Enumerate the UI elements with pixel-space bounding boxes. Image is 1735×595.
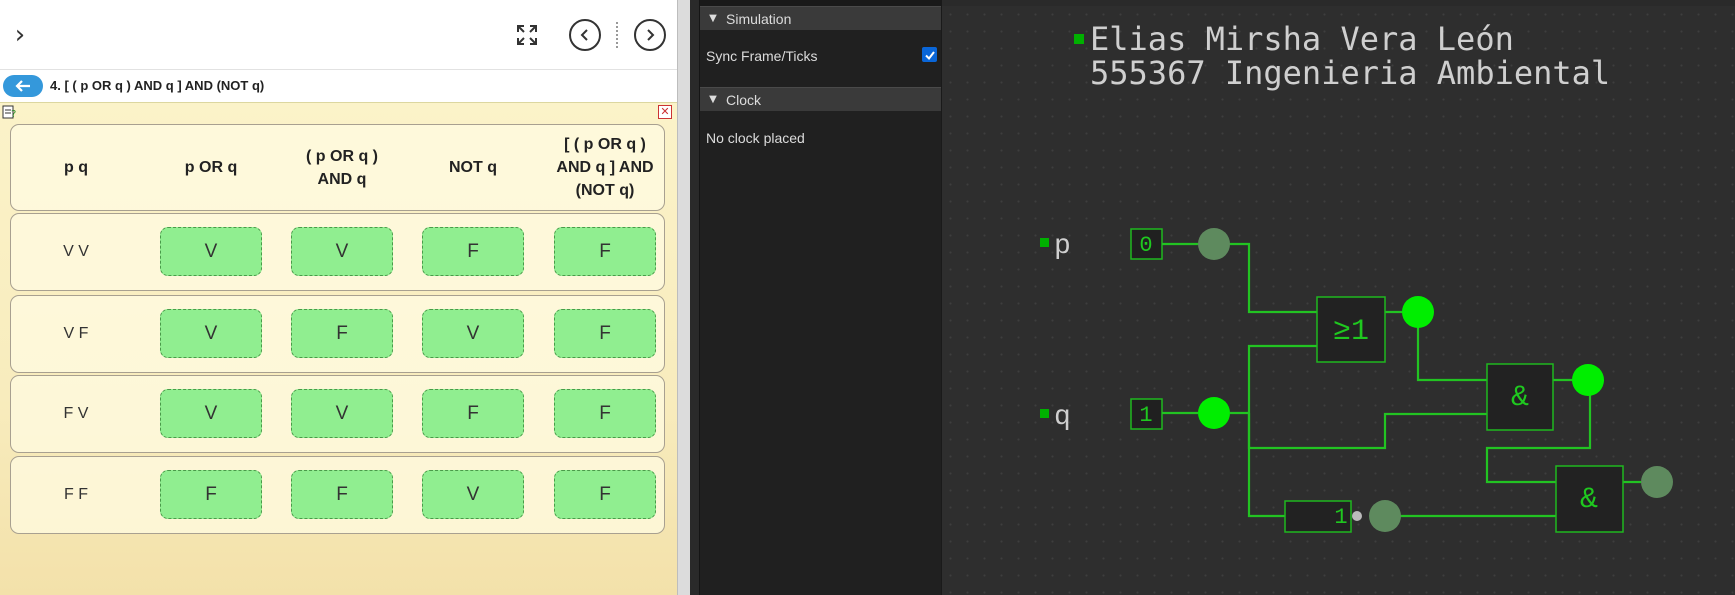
lesson-pane: › 4. [ ( p OR q ) AND q ] AND (NOT q) ? … <box>0 0 690 595</box>
pq-values: F V <box>63 405 89 422</box>
no-clock-text: No clock placed <box>706 130 805 146</box>
output-indicator <box>1641 466 1673 498</box>
signal-on-indicator <box>1198 397 1230 429</box>
answer-drop-box[interactable]: F <box>422 389 524 438</box>
inversion-bubble <box>1352 511 1362 521</box>
answer-drop-box[interactable]: V <box>160 389 262 438</box>
table-header-row: p q p OR q ( p OR q ) AND q NOT q [ ( p OR q … <box>10 124 665 211</box>
or-gate-symbol: ≥1 <box>1333 315 1369 349</box>
answer-drop-box[interactable]: F <box>291 470 393 519</box>
answer-drop-box[interactable]: F <box>554 389 656 438</box>
pq-values: V V <box>63 243 89 260</box>
wire-q-to-and1 <box>1247 412 1487 450</box>
answer-drop-box[interactable]: F <box>291 309 393 358</box>
column-header: p OR q <box>156 125 266 210</box>
nav-separator <box>616 22 620 48</box>
input-q-label[interactable]: q <box>1054 402 1071 433</box>
column-header: p q <box>21 125 131 210</box>
question-title: 4. [ ( p OR q ) AND q ] AND (NOT q) <box>50 78 265 93</box>
answer-drop-box[interactable]: F <box>422 227 524 276</box>
signal-on-indicator <box>1402 296 1434 328</box>
close-icon[interactable]: ✕ <box>658 105 672 119</box>
column-header-line: AND q <box>317 170 367 188</box>
column-header-line: ( p OR q ) <box>306 147 378 165</box>
chevron-right-icon[interactable]: › <box>8 20 32 50</box>
collapse-triangle-icon: ▼ <box>709 94 717 105</box>
chevron-left-circle-icon[interactable] <box>569 19 601 51</box>
column-header-line: (NOT q) <box>575 182 635 199</box>
signal-off-indicator <box>1369 500 1401 532</box>
edit-help-icon[interactable]: ? <box>2 105 18 120</box>
text-anchor-marker[interactable] <box>1074 34 1084 44</box>
and-gate-2-symbol: & <box>1580 483 1598 517</box>
arrow-left-icon <box>15 80 30 92</box>
wire-p-to-or <box>1228 242 1317 314</box>
answer-drop-box[interactable]: V <box>160 227 262 276</box>
answer-drop-box[interactable]: F <box>160 470 262 519</box>
column-header: NOT q <box>418 125 528 210</box>
not-gate-symbol: 1 <box>1334 505 1347 530</box>
label-marker <box>1040 238 1049 247</box>
input-p-value: 0 <box>1139 233 1152 258</box>
column-header: ( p OR q ) AND q <box>287 125 397 210</box>
lesson-toolbar: › <box>0 0 690 70</box>
label-marker <box>1040 409 1049 418</box>
chevron-right-circle-icon[interactable] <box>634 19 666 51</box>
sync-label: Sync Frame/Ticks <box>706 48 818 64</box>
circuit-canvas[interactable]: Elias Mirsha Vera León 555367 Ingenieria… <box>941 6 1735 595</box>
svg-text:?: ? <box>11 109 16 119</box>
answer-drop-box[interactable]: V <box>422 470 524 519</box>
table-row: V FVFVF <box>10 295 665 373</box>
answer-drop-box[interactable]: F <box>554 309 656 358</box>
column-header-line: p OR q <box>184 159 238 176</box>
answer-drop-box[interactable]: F <box>554 470 656 519</box>
and-gate-1-symbol: & <box>1511 381 1529 415</box>
answer-drop-box[interactable]: V <box>422 309 524 358</box>
column-header-line: AND q ] AND <box>556 159 654 176</box>
simulation-section-header[interactable]: ▼ Simulation <box>700 6 942 30</box>
signal-off-indicator <box>1198 228 1230 260</box>
back-button[interactable] <box>3 75 43 97</box>
table-row: V VVVFF <box>10 213 665 291</box>
question-header: 4. [ ( p OR q ) AND q ] AND (NOT q) <box>0 72 690 102</box>
signal-on-indicator <box>1572 364 1604 396</box>
input-q-value: 1 <box>1139 403 1152 428</box>
clock-section-header[interactable]: ▼ Clock <box>700 87 942 111</box>
table-row: F VVVFF <box>10 375 665 453</box>
simulation-section-title: Simulation <box>726 10 792 27</box>
column-header-line: p q <box>64 159 88 176</box>
column-header-line: [ ( p OR q ) <box>564 136 646 153</box>
input-p-label[interactable]: p <box>1054 231 1071 262</box>
screen: › 4. [ ( p OR q ) AND q ] AND (NOT q) ? … <box>0 0 1735 595</box>
simulation-sidebar: ▼ Simulation Sync Frame/Ticks ▼ Clock No… <box>699 0 942 595</box>
answer-drop-box[interactable]: F <box>554 227 656 276</box>
answer-drop-box[interactable]: V <box>160 309 262 358</box>
pq-values: F F <box>64 486 88 503</box>
pq-values: V F <box>63 325 89 342</box>
fullscreen-icon[interactable] <box>510 20 544 50</box>
worksheet: ? ✕ p q p OR q ( p OR q ) AND q NOT q [ ( p O… <box>0 102 677 595</box>
answer-drop-box[interactable]: V <box>291 227 393 276</box>
column-header: [ ( p OR q ) AND q ] AND (NOT q) <box>550 125 660 210</box>
sync-checkbox[interactable] <box>922 47 937 62</box>
wire-q-to-or <box>1247 344 1317 518</box>
circuit-title-line1[interactable]: Elias Mirsha Vera León <box>1090 20 1514 58</box>
table-row: F FFFVF <box>10 456 665 534</box>
circuit-title-line2[interactable]: 555367 Ingenieria Ambiental <box>1090 54 1610 92</box>
pane-splitter[interactable] <box>677 0 690 595</box>
column-header-line: NOT q <box>449 159 497 176</box>
collapse-triangle-icon: ▼ <box>709 13 717 24</box>
answer-drop-box[interactable]: V <box>291 389 393 438</box>
wire-or-to-and1 <box>1385 310 1487 382</box>
clock-section-title: Clock <box>726 91 762 108</box>
